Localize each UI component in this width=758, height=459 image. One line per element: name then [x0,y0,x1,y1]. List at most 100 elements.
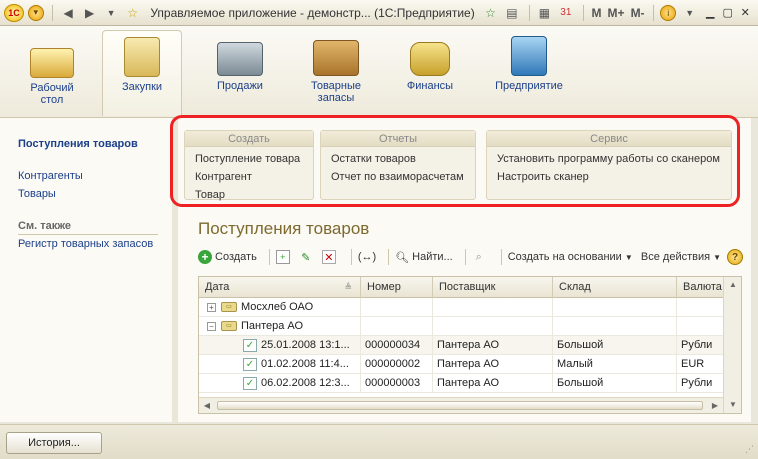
nav-item-stock-register[interactable]: Регистр товарных запасов [18,238,153,250]
posted-document-icon: ✓ [243,376,257,390]
section-label: Продажи [217,80,263,92]
forward-arrow-icon[interactable]: ▶ [80,3,99,23]
table-row[interactable]: − ▭ Пантера АО [199,317,723,336]
section-label: Предприятие [495,80,563,92]
table-row[interactable]: ✓ 25.01.2008 13:1... 000000034 Пантера АО… [199,336,723,355]
scroll-up-icon[interactable]: ▲ [724,277,742,293]
maximize-icon[interactable]: ▢ [719,5,737,21]
action-group-reports: Отчеты Остатки товаров Отчет по взаимора… [320,130,476,200]
navigation-panel: Поступления товаров Контрагенты Товары С… [0,118,172,422]
report-stock-link[interactable]: Остатки товаров [321,150,475,168]
table-row[interactable]: ✓ 01.02.2008 11:4... 000000002 Пантера АО… [199,355,723,374]
main-menu-button[interactable]: ▾ [26,3,45,23]
horizontal-scrollbar[interactable]: ◀ ▶ [199,397,723,413]
1c-logo-icon[interactable]: 1С [4,3,24,23]
action-panel: Создать Поступление товара Контрагент То… [184,124,741,201]
action-group-service: Сервис Установить программу работы со ск… [486,130,732,200]
memory-plus-button[interactable]: M+ [608,6,625,20]
section-label: Товарные запасы [310,80,362,104]
all-actions-button[interactable]: Все действия ▼ [641,251,721,263]
section-sales[interactable]: Продажи [200,30,280,116]
column-header-warehouse[interactable]: Склад [553,277,677,298]
column-header-number[interactable]: Номер [361,277,433,298]
create-receipt-link[interactable]: Поступление товара [185,150,313,168]
back-arrow-icon[interactable]: ◀ [58,3,77,23]
section-finance[interactable]: Финансы [390,30,470,116]
memory-m-button[interactable]: M [592,6,602,20]
section-enterprise[interactable]: Предприятие [484,30,574,116]
posted-document-icon: ✓ [243,338,257,352]
delete-icon: ✕ [321,250,336,264]
shopping-bag-icon [124,37,160,77]
help-icon: ? [727,249,743,265]
status-bar: История... ⋰ [0,424,758,459]
nav-item-goods[interactable]: Товары [18,188,56,200]
section-purchases[interactable]: Закупки [102,30,182,116]
favorite-star-icon[interactable]: ☆ [123,3,142,23]
posted-document-icon: ✓ [243,357,257,371]
scroll-down-icon[interactable]: ▼ [724,397,742,413]
form-toolbar: + Создать + ✎ ✕ (↔) 🔍︎ Найти... ⌕ Создат… [198,246,743,268]
help-button[interactable]: ? [727,249,743,265]
section-label: Финансы [406,80,454,92]
expand-icon[interactable]: + [207,302,216,312]
memory-minus-button[interactable]: M- [631,6,645,20]
table-row[interactable]: + ▭ Мосхлеб ОАО [199,298,723,317]
install-scanner-link[interactable]: Установить программу работы со сканером [487,150,731,168]
scroll-left-icon[interactable]: ◀ [199,398,215,414]
close-icon[interactable]: ✕ [737,5,755,21]
link-icon[interactable]: ▤ [502,3,521,23]
resize-grip-icon[interactable]: ⋰ [745,444,754,455]
group-header: Создать [185,131,313,147]
create-counterparty-link[interactable]: Контрагент [185,168,313,186]
edit-button[interactable]: ✎ [299,250,316,264]
add-favorite-icon[interactable]: ☆ [481,3,500,23]
output-list-button[interactable]: (↔) [358,251,376,263]
table-row[interactable]: ✓ 06.02.2008 12:3... 000000003 Пантера АО… [199,374,723,393]
configure-scanner-link[interactable]: Настроить сканер [487,168,731,186]
create-button[interactable]: + Создать [198,250,257,264]
cancel-search-button[interactable]: ⌕ [472,250,489,264]
building-icon [511,36,547,76]
create-based-on-button[interactable]: Создать на основании ▼ [508,251,633,263]
column-header-date[interactable]: Дата ≜ [199,277,361,298]
scroll-thumb[interactable] [217,401,703,410]
copy-icon: + [275,250,290,264]
group-header: Сервис [487,131,731,147]
history-button[interactable]: История... [6,432,102,454]
plus-icon: + [198,250,212,264]
separator [52,4,54,21]
folder-icon: ▭ [221,321,237,332]
documents-table[interactable]: Дата ≜ Номер Поставщик Склад Валюта + ▭ Мо… [198,276,742,414]
calculator-icon[interactable]: ▦ [535,3,554,23]
section-desktop[interactable]: Рабочий стол [12,30,92,116]
delete-button[interactable]: ✕ [321,250,339,264]
minimize-icon[interactable]: ▁ [701,5,719,21]
create-goods-link[interactable]: Товар [185,186,313,204]
cash-register-icon [217,42,263,76]
coins-icon [410,42,450,76]
nav-item-current[interactable]: Поступления товаров [18,138,138,150]
info-icon[interactable]: i [659,3,678,23]
find-button[interactable]: 🔍︎ Найти... [395,250,453,264]
section-stock[interactable]: Товарные запасы [296,30,376,116]
history-dropdown-icon[interactable]: ▼ [101,3,120,23]
vertical-scrollbar[interactable]: ▲ ▼ [723,277,741,413]
section-label: Рабочий стол [30,82,74,106]
folder-icon: ▭ [221,302,237,313]
pencil-icon: ✎ [301,251,311,264]
column-header-supplier[interactable]: Поставщик [433,277,553,298]
column-header-currency[interactable]: Валюта [677,277,723,298]
window-title: Управляемое приложение - демонстр... (1С… [150,5,475,20]
calendar-icon[interactable]: 31 [556,3,575,23]
copy-button[interactable]: + [275,250,293,264]
form-title: Поступления товаров [198,219,370,238]
see-also-header: См. также [18,220,71,232]
collapse-icon[interactable]: − [207,321,216,331]
nav-item-counterparties[interactable]: Контрагенты [18,170,83,182]
cancel-search-icon: ⌕ [475,250,482,263]
scroll-right-icon[interactable]: ▶ [707,398,723,414]
report-settlements-link[interactable]: Отчет по взаиморасчетам [321,168,475,186]
info-dropdown-icon[interactable]: ▼ [680,3,699,23]
chevron-down-icon: ▼ [624,252,633,262]
